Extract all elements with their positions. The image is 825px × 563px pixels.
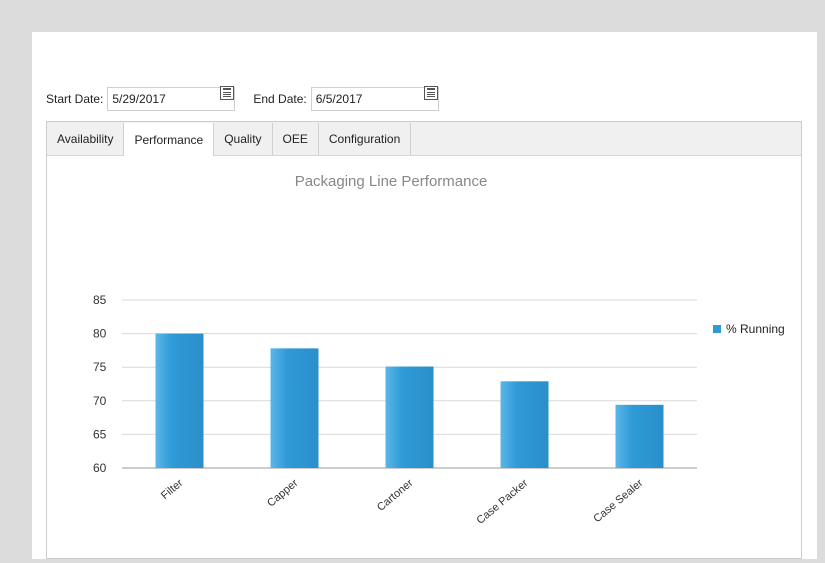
start-date-label: Start Date: [46,92,104,106]
start-date-input[interactable]: 5/29/2017 [107,87,236,111]
end-date-label: End Date: [253,92,307,106]
x-axis-labels: Filter Capper Cartoner Case Packer Case Seal… [159,477,646,527]
x-tick-label: Case Sealer [591,477,645,525]
tab-quality[interactable]: Quality [214,123,273,155]
legend-label: % Running [726,322,785,336]
legend-swatch [713,325,721,333]
x-tick-label: Cartoner [375,477,416,514]
tab-panel: Availability Performance Quality OEE Con… [46,121,802,559]
tab-performance[interactable]: Performance [124,123,215,156]
calendar-icon[interactable] [220,86,235,100]
end-date-value: 6/5/2017 [315,92,363,106]
y-tick-label: 70 [93,394,107,408]
x-tick-label: Capper [265,477,301,510]
tab-oee[interactable]: OEE [272,123,319,155]
performance-chart: Packaging Line Performance 606570758085 … [93,173,785,527]
y-tick-label: 75 [93,360,107,374]
date-range-row: Start Date: 5/29/2017 End Date: 6/5/2017 [46,86,439,112]
calendar-icon[interactable] [423,86,438,100]
bar[interactable] [500,381,549,468]
x-tick-label: Case Packer [474,477,530,527]
tab-availability[interactable]: Availability [47,123,125,155]
y-axis-ticks: 60 65 70 75 80 85 [93,293,107,475]
tab-configuration[interactable]: Configuration [318,123,412,155]
bar[interactable] [155,333,204,468]
y-tick-label: 60 [93,461,107,475]
x-tick-label: Filter [159,477,186,502]
y-tick-label: 65 [93,427,107,441]
y-tick-label: 85 [93,293,107,307]
bar[interactable] [615,404,664,468]
chart-area: Packaging Line Performance 60 65 70 75 80 85 … [47,156,801,558]
tab-bar: Availability Performance Quality OEE Con… [47,122,801,156]
main-panel: Start Date: 5/29/2017 End Date: 6/5/2017… [32,32,817,559]
end-date-input[interactable]: 6/5/2017 [310,87,439,111]
chart-legend[interactable]: % Running [713,322,785,336]
bar[interactable] [385,366,434,468]
chart-title: Packaging Line Performance [295,173,488,190]
start-date-value: 5/29/2017 [112,92,166,106]
bar[interactable] [270,348,319,468]
y-tick-label: 80 [93,327,107,341]
